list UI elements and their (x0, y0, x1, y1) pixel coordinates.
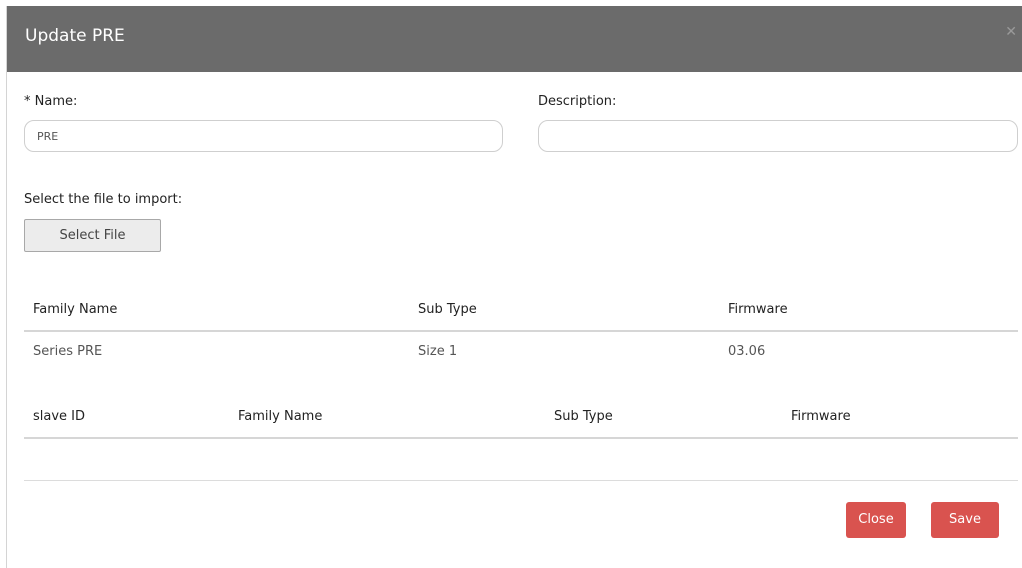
name-input[interactable] (24, 120, 503, 152)
close-icon[interactable]: ✕ (1005, 24, 1017, 40)
column-header-sub-type: Sub Type (554, 409, 613, 424)
column-header-firmware: Firmware (791, 409, 851, 424)
select-file-button[interactable]: Select File (24, 219, 161, 252)
header-divider (24, 330, 1018, 332)
column-header-family-name: Family Name (33, 302, 118, 317)
description-input[interactable] (538, 120, 1018, 152)
file-import-label: Select the file to import: (24, 192, 183, 207)
footer-divider (24, 480, 1018, 481)
column-header-firmware: Firmware (728, 302, 788, 317)
column-header-family-name: Family Name (238, 409, 323, 424)
update-dialog: Update PRE ✕ * Name: Description: Select… (6, 6, 1022, 568)
close-button[interactable]: Close (846, 502, 906, 538)
description-label: Description: (538, 94, 617, 109)
cell-sub-type: Size 1 (418, 344, 458, 359)
column-header-sub-type: Sub Type (418, 302, 477, 317)
save-button[interactable]: Save (931, 502, 999, 538)
column-header-slave-id: slave ID (33, 409, 86, 424)
header-divider (24, 437, 1018, 439)
name-label: * Name: (24, 94, 78, 109)
dialog-title: Update PRE (25, 26, 125, 46)
cell-firmware: 03.06 (728, 344, 766, 359)
dialog-header: Update PRE ✕ (7, 6, 1022, 72)
cell-family-name: Series PRE (33, 344, 103, 359)
